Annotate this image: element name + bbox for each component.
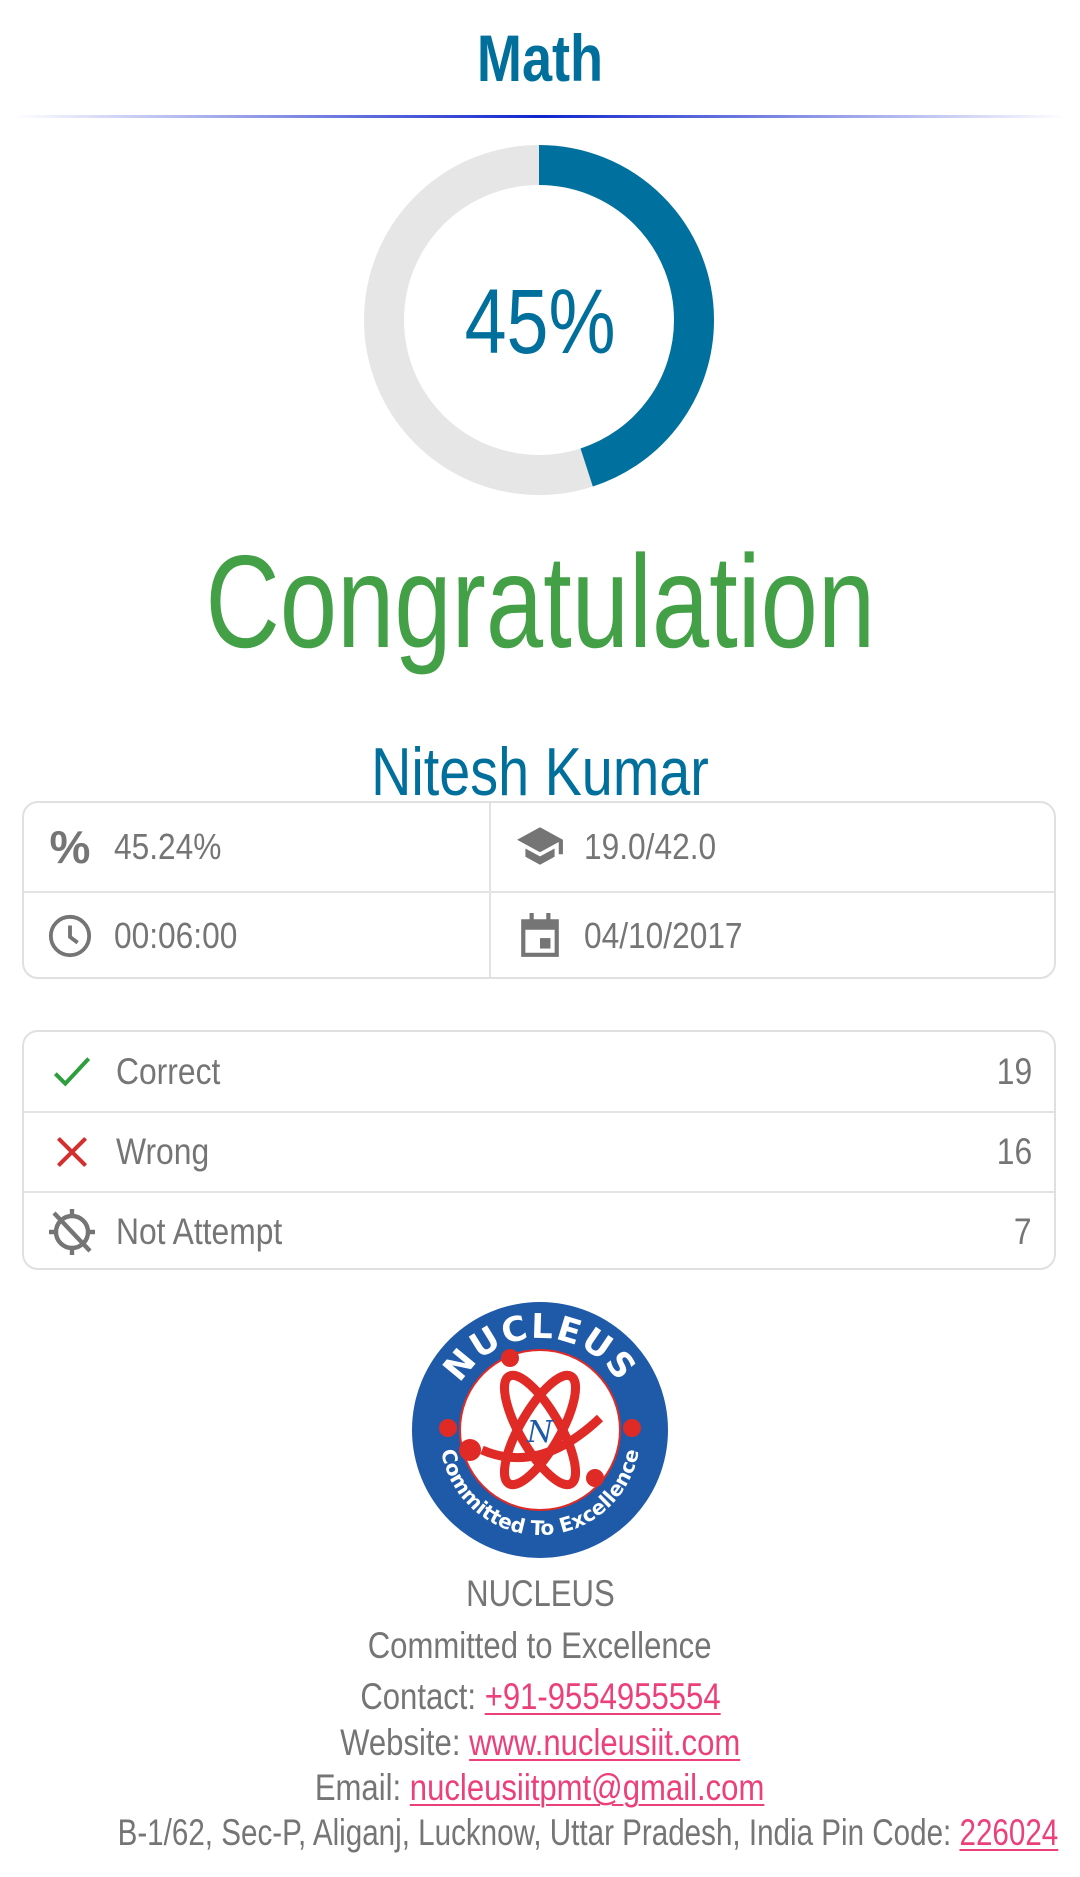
time-value: 00:06:00 [114,915,238,956]
stat-row-wrong: Wrong 16 [24,1112,1054,1191]
contact-label: Contact: [359,1676,485,1717]
stat-row-correct: Correct 19 [24,1032,1054,1111]
result-message: Congratulation [0,532,1080,672]
graduation-cap-icon [510,817,570,877]
result-message-text: Congratulation [205,528,875,675]
logo-monogram: N [526,1415,555,1450]
website-link[interactable]: www.nucleusiit.com [469,1722,740,1763]
email-label: Email: [315,1767,411,1808]
nucleus-logo: NUCLEUS Committed To Excellence N [412,1302,668,1558]
close-icon [42,1122,102,1182]
clock-icon [40,906,100,966]
stat-label: Correct [116,1050,221,1092]
contact-phone-link[interactable]: +91-9554955554 [484,1676,720,1717]
stat-count: 16 [996,1130,1032,1172]
stat-row-not-attempted: Not Attempt 7 [24,1192,1054,1268]
score-percent-text: 45% [464,271,616,373]
score-percent-label: 45% [0,272,1080,372]
student-name-text: Nitesh Kumar [371,734,709,810]
student-name: Nitesh Kumar [0,734,1080,810]
pin-code-link[interactable]: 226024 [959,1812,1058,1853]
summary-card: % 45.24% 19.0/42.0 00:06:00 04/10/2017 [22,801,1056,979]
marks-value: 19.0/42.0 [584,826,717,867]
address-text: B-1/62, Sec-P, Aliganj, Lucknow, Uttar P… [117,1812,960,1853]
percent-icon: % [49,821,91,873]
email-link[interactable]: nucleusiitpmt@gmail.com [410,1767,765,1808]
page-title-text: Math [476,21,604,95]
date-value: 04/10/2017 [584,915,743,956]
page-title: Math [0,22,1080,94]
summary-date: 04/10/2017 [490,892,1054,977]
summary-marks: 19.0/42.0 [490,803,1054,891]
stat-count: 7 [1014,1210,1032,1252]
footer-website: Website: www.nucleusiit.com [0,1721,1080,1765]
footer-address: B-1/62, Sec-P, Aliganj, Lucknow, Uttar P… [0,1811,1080,1855]
footer-contact: Contact: +91-9554955554 [0,1675,1080,1719]
website-label: Website: [339,1722,469,1763]
footer-brand-text: NUCLEUS [465,1573,615,1614]
calendar-icon [510,906,570,966]
footer-email: Email: nucleusiitpmt@gmail.com [0,1766,1080,1810]
percentage-value: 45.24% [114,826,222,867]
summary-percentage: % 45.24% [24,803,489,891]
title-divider [14,115,1066,118]
check-icon [42,1042,102,1102]
footer-tagline-text: Committed to Excellence [368,1625,712,1666]
stat-label: Wrong [116,1130,210,1172]
footer-tagline: Committed to Excellence [0,1624,1080,1668]
answer-stats-card: Correct 19 Wrong 16 Not Attempt 7 [22,1030,1056,1270]
stat-count: 19 [996,1050,1032,1092]
summary-time: 00:06:00 [24,892,489,977]
not-attempted-icon [42,1202,102,1262]
footer-brand: NUCLEUS [0,1572,1080,1616]
stat-label: Not Attempt [116,1210,283,1252]
